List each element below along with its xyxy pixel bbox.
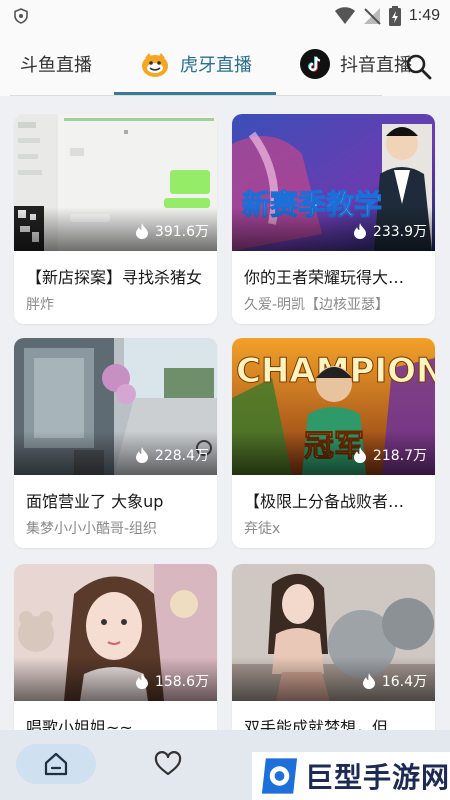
flame-icon (362, 673, 375, 689)
huya-logo-icon (140, 49, 170, 79)
watermark-text: 巨型手游网 (304, 761, 450, 794)
view-count-text: 158.6万 (154, 674, 209, 690)
stream-card[interactable]: 158.6万 唱歌小姐姐~~ (14, 564, 217, 730)
flame-icon (353, 447, 366, 463)
view-count-text: 233.9万 (372, 224, 427, 240)
stream-title: 唱歌小姐姐~~ (26, 718, 133, 730)
tab-douyin[interactable]: 抖音直播 (300, 32, 412, 96)
view-count-text: 218.7万 (372, 448, 427, 464)
stream-title: 双手能成就梦想，但… (244, 718, 405, 730)
stream-card-grid: 391.6万 【新店探案】寻找杀猪女 胖炸 新赛季教学 233.9万 你的王者荣… (0, 96, 450, 730)
tab-douyu[interactable]: 斗鱼直播 (20, 32, 92, 96)
streamer-name: 胖炸 (26, 297, 54, 313)
watermark-logo: 巨型手游网 (252, 752, 450, 800)
platform-tab-bar: 斗鱼直播 虎牙直播 抖音直播 (0, 32, 450, 96)
view-count-text: 16.4万 (381, 674, 427, 690)
douyin-logo-icon (300, 49, 330, 79)
battery-icon (388, 6, 401, 26)
view-count: 218.7万 (353, 445, 427, 465)
watermark-logo-icon (261, 758, 298, 794)
flame-icon (135, 673, 148, 689)
stream-thumbnail: CHAMPION 冠军 218.7万 (232, 338, 435, 475)
stream-card[interactable]: 新赛季教学 233.9万 你的王者荣耀玩得大… 久爱-明凯【边核亚瑟】 (232, 114, 435, 324)
home-icon (44, 752, 68, 776)
stream-card[interactable]: 391.6万 【新店探案】寻找杀猪女 胖炸 (14, 114, 217, 324)
tab-label: 虎牙直播 (180, 55, 252, 76)
view-count: 16.4万 (362, 671, 427, 691)
stream-card[interactable]: 16.4万 双手能成就梦想，但… (232, 564, 435, 730)
stream-thumbnail: 新赛季教学 233.9万 (232, 114, 435, 251)
flame-icon (135, 223, 148, 239)
view-count: 391.6万 (135, 221, 209, 241)
stream-thumbnail: 391.6万 (14, 114, 217, 251)
shield-icon (14, 8, 28, 24)
flame-icon (135, 447, 148, 463)
tab-label: 抖音直播 (340, 55, 412, 76)
stream-card[interactable]: 228.4万 面馆营业了 大象up 集梦小小小酷哥-组织 (14, 338, 217, 548)
status-bar: 1:49 (0, 0, 450, 32)
streamer-name: 弃徒x (244, 521, 281, 537)
no-signal-icon (363, 8, 381, 25)
status-time: 1:49 (408, 7, 440, 24)
tab-huya[interactable]: 虎牙直播 (140, 32, 252, 96)
view-count-text: 228.4万 (154, 448, 209, 464)
streamer-name: 久爱-明凯【边核亚瑟】 (244, 297, 390, 313)
heart-icon (154, 751, 182, 776)
nav-favorites-button[interactable] (148, 744, 188, 784)
stream-thumbnail: 16.4万 (232, 564, 435, 701)
view-count: 158.6万 (135, 671, 209, 691)
tab-label: 斗鱼直播 (20, 55, 92, 76)
streamer-name: 集梦小小小酷哥-组织 (26, 521, 158, 537)
view-count: 228.4万 (135, 445, 209, 465)
view-count-text: 391.6万 (154, 224, 209, 240)
stream-title: 【新店探案】寻找杀猪女 (26, 268, 203, 287)
wifi-icon (334, 7, 355, 24)
stream-thumbnail: 158.6万 (14, 564, 217, 701)
stream-title: 【极限上分备战败者… (244, 492, 405, 511)
stream-thumbnail: 228.4万 (14, 338, 217, 475)
nav-home-button[interactable] (16, 744, 96, 784)
stream-card[interactable]: CHAMPION 冠军 218.7万 【极限上分备战败者… 弃徒x (232, 338, 435, 548)
flame-icon (353, 223, 366, 239)
stream-title: 面馆营业了 大象up (26, 492, 164, 511)
search-icon[interactable] (404, 52, 434, 82)
stream-title: 你的王者荣耀玩得大… (244, 268, 405, 287)
view-count: 233.9万 (353, 221, 427, 241)
